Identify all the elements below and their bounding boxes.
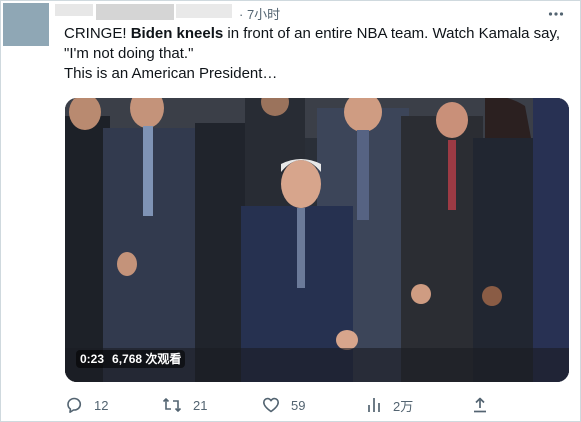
tweet-text-bold: Biden kneels: [130, 25, 224, 42]
video-badge: 0:23 6,768 次观看: [76, 350, 186, 368]
video-views: 6,768 次观看: [112, 352, 182, 366]
username-redacted[interactable]: [176, 4, 232, 18]
more-icon[interactable]: [548, 5, 564, 16]
share-button[interactable]: [471, 394, 489, 416]
reply-button[interactable]: 12: [65, 394, 108, 416]
share-icon: [471, 396, 489, 414]
display-name-redacted[interactable]: [55, 4, 93, 16]
like-icon: [262, 396, 280, 414]
retweet-button[interactable]: 21: [162, 394, 207, 416]
video-frame: [65, 98, 569, 382]
display-name-redacted[interactable]: [96, 4, 174, 20]
like-count: 59: [291, 397, 306, 413]
tweet-text-part: CRINGE!: [64, 25, 131, 42]
views-button[interactable]: 2万: [366, 394, 413, 416]
tweet-text: CRINGE! Biden kneels in front of an enti…: [64, 24, 569, 84]
views-count: 2万: [393, 398, 414, 414]
tweet-text-line: This is an American President…: [64, 65, 278, 82]
reply-icon: [65, 396, 83, 414]
video-duration: 0:23: [80, 352, 105, 366]
video-player[interactable]: [65, 98, 569, 382]
avatar[interactable]: [3, 3, 49, 46]
retweet-icon: [162, 396, 182, 414]
reply-count: 12: [94, 397, 109, 413]
retweet-count: 21: [193, 397, 208, 413]
like-button[interactable]: 59: [262, 394, 305, 416]
timestamp[interactable]: · 7小时: [239, 4, 280, 23]
analytics-icon: [366, 396, 382, 414]
